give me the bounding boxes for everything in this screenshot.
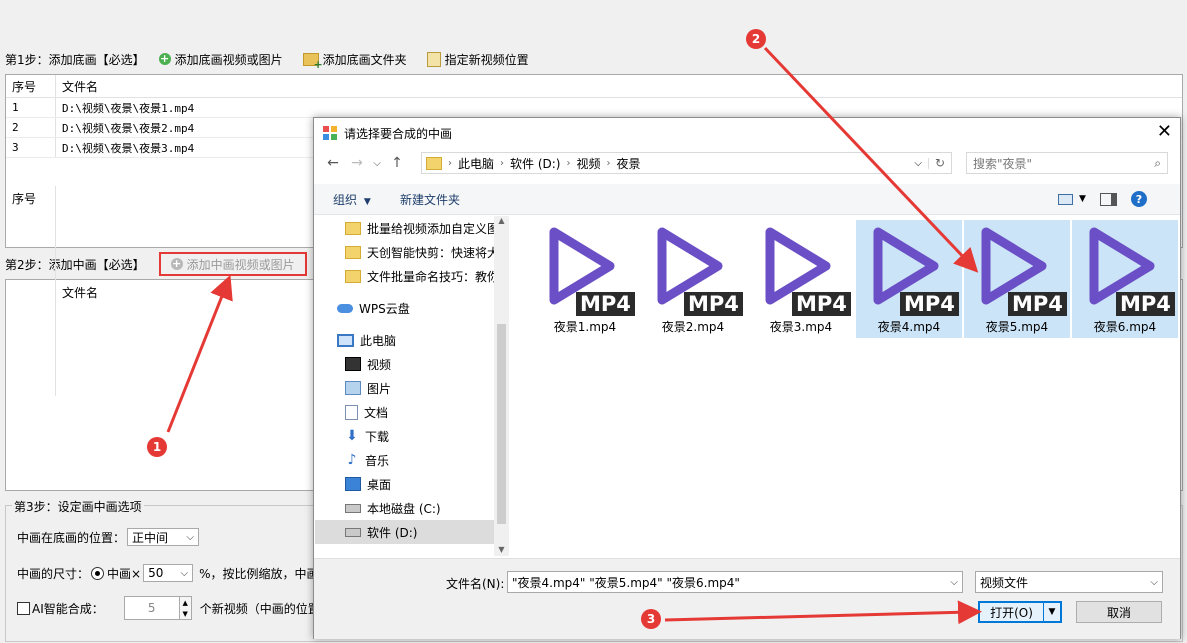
- arrow-3: [664, 600, 982, 625]
- step-marker-1: 1: [147, 437, 167, 457]
- step-marker-2: 2: [746, 29, 766, 49]
- step-marker-3: 3: [641, 609, 661, 629]
- arrow-1: [166, 274, 233, 433]
- annotation-arrows: [166, 46, 982, 625]
- arrow-2: [763, 46, 979, 273]
